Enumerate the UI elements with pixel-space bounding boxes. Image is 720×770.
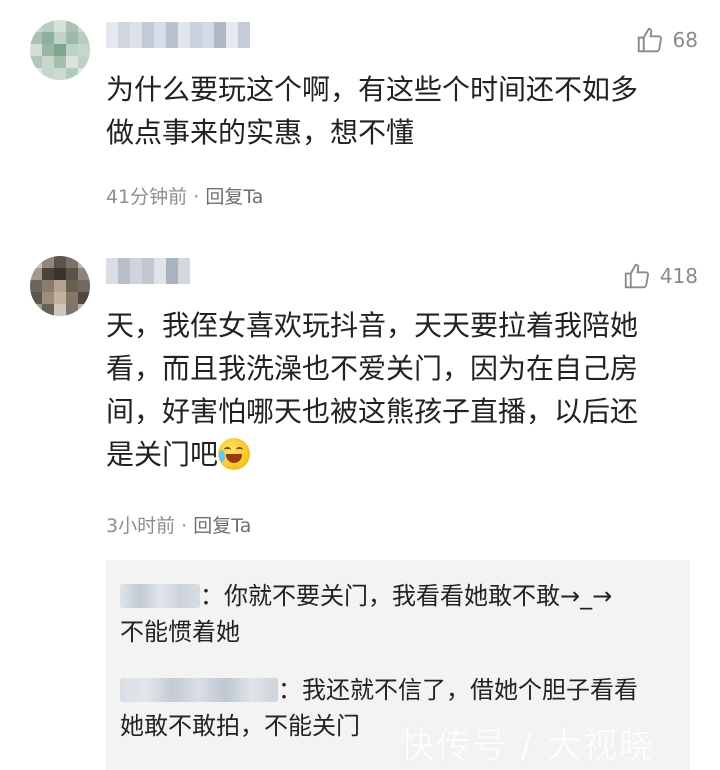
sub-reply-text: 不能惯着她 bbox=[120, 618, 240, 646]
reply-link[interactable]: 回复Ta bbox=[193, 515, 251, 537]
comment-text: 天，我侄女喜欢玩抖音，天天要拉着我陪她 看，而且我洗澡也不爱关门，因为在自己房 … bbox=[106, 304, 696, 476]
like-button[interactable]: 418 bbox=[622, 261, 698, 291]
username-blurred[interactable] bbox=[106, 258, 190, 284]
like-count: 418 bbox=[659, 264, 698, 288]
like-count: 68 bbox=[672, 28, 698, 52]
comment-line: 是关门吧 bbox=[106, 433, 696, 476]
comment-line: 看，而且我洗澡也不爱关门，因为在自己房 bbox=[106, 352, 639, 385]
username-blurred[interactable] bbox=[106, 22, 250, 48]
comment-text: 为什么要玩这个啊，有这些个时间还不如多 做点事来的实惠，想不懂 bbox=[106, 68, 696, 154]
sub-reply-line: ：你就不要关门，我看看她敢不敢→_→ bbox=[120, 578, 680, 614]
timestamp: 3小时前 bbox=[106, 515, 176, 537]
laughing-tears-emoji-icon bbox=[218, 438, 251, 470]
sub-reply-1[interactable]: ：你就不要关门，我看看她敢不敢→_→ 不能惯着她 bbox=[120, 578, 680, 650]
like-button[interactable]: 68 bbox=[635, 25, 698, 55]
timestamp: 41分钟前 bbox=[106, 186, 188, 208]
sub-reply-username-blurred[interactable] bbox=[120, 678, 278, 702]
comment-line: 做点事来的实惠，想不懂 bbox=[106, 116, 415, 149]
sub-reply-text: ：你就不要关门，我看看她敢不敢→_→ bbox=[200, 582, 613, 610]
avatar[interactable] bbox=[30, 256, 90, 316]
watermark: 快传号 / 大视晓 bbox=[400, 726, 656, 766]
comment-meta: 3小时前 · 回复Ta bbox=[106, 511, 251, 538]
comment-line: 为什么要玩这个啊，有这些个时间还不如多 bbox=[106, 73, 639, 106]
sub-reply-text: ：我还就不信了，借她个胆子看看 bbox=[278, 676, 638, 704]
comment-line: 天，我侄女喜欢玩抖音，天天要拉着我陪她 bbox=[106, 309, 639, 342]
comment-line: 间，好害怕哪天也被这熊孩子直播，以后还 bbox=[106, 395, 639, 428]
comment-meta: 41分钟前 · 回复Ta bbox=[106, 182, 263, 209]
separator: · bbox=[193, 186, 200, 208]
sub-reply-line: ：我还就不信了，借她个胆子看看 bbox=[120, 672, 680, 708]
comment-line-text: 是关门吧 bbox=[106, 438, 219, 471]
separator: · bbox=[181, 515, 188, 537]
thumbs-up-icon bbox=[624, 263, 649, 289]
avatar[interactable] bbox=[30, 20, 90, 80]
sub-reply-username-blurred[interactable] bbox=[120, 584, 200, 608]
thumbs-up-icon bbox=[637, 27, 662, 53]
reply-link[interactable]: 回复Ta bbox=[205, 186, 263, 208]
